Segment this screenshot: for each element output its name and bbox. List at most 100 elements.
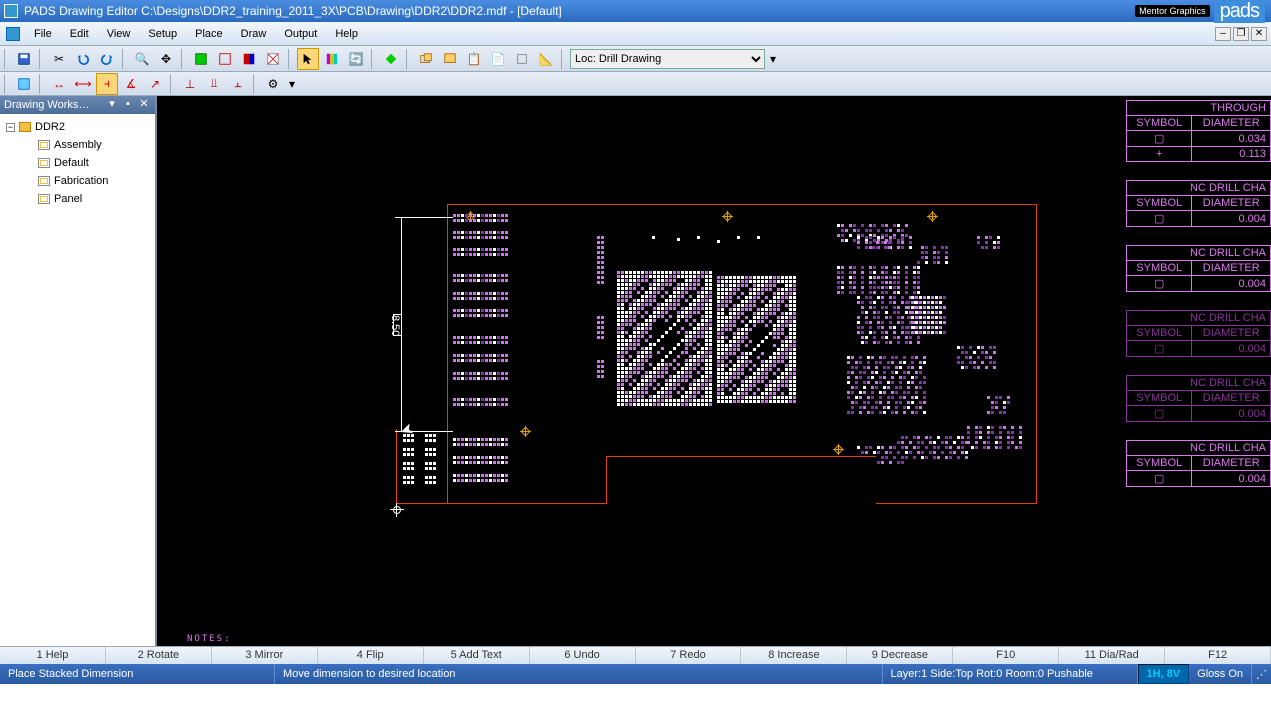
fkey-2[interactable]: 2 Rotate [106,647,212,664]
fkey-10[interactable]: F10 [953,647,1059,664]
component-cluster [597,316,604,339]
dim-angle-button[interactable]: ∡ [120,73,142,95]
component-cluster [453,214,508,222]
dim-leader-button[interactable]: ↗ [144,73,166,95]
status-mode: Place Stacked Dimension [0,664,275,684]
fkey-8[interactable]: 8 Increase [741,647,847,664]
layer3-button[interactable] [238,48,260,70]
menu-bar: File Edit View Setup Place Draw Output H… [0,22,1271,46]
tool-b-button[interactable] [439,48,461,70]
tool-e-button[interactable] [511,48,533,70]
drill-chart: THROUGHSYMBOLDIAMETER▢0.034+0.113 [1126,100,1271,162]
fkey-3[interactable]: 3 Mirror [212,647,318,664]
target-marker [833,444,844,455]
tool-f-button[interactable]: 📐 [535,48,557,70]
component-cluster [453,336,508,344]
menu-edit[interactable]: Edit [62,26,97,42]
tree-item-panel[interactable]: Panel [4,190,151,208]
collapse-icon[interactable]: − [6,123,15,132]
palette-button[interactable] [321,48,343,70]
component-cluster [453,398,508,406]
select-button[interactable] [297,48,319,70]
component-cluster [877,276,892,289]
cut-button[interactable]: ✂ [48,48,70,70]
fkey-bar: 1 Help 2 Rotate 3 Mirror 4 Flip 5 Add Te… [0,646,1271,664]
dim-overflow-button[interactable]: ▾ [286,73,298,95]
layer4-button[interactable] [262,48,284,70]
status-gloss[interactable]: Gloss On [1189,664,1252,684]
toolbar-overflow-button[interactable]: ▾ [767,48,779,70]
brand-logos: Mentor Graphics pads [1135,0,1271,23]
dim-tool-1[interactable] [13,73,35,95]
component-cluster [425,448,436,456]
component-cluster [425,476,436,484]
menu-output[interactable]: Output [276,26,325,42]
layer1-button[interactable] [190,48,212,70]
resize-grip-icon[interactable]: ⋰ [1252,668,1271,681]
component-cluster [597,236,604,264]
drawing-workspaces-panel: Drawing Works… ▾ ▪ ✕ − DDR2 Assembly Def… [0,96,157,646]
dim-opt-1[interactable]: ⊥ [179,73,201,95]
status-snap[interactable]: 1H, 8V [1138,664,1190,684]
component-cluster [597,360,604,378]
mdi-restore-button[interactable]: ❐ [1233,27,1249,41]
tree-item-label: Fabrication [54,175,108,187]
target-marker [520,426,531,437]
bga-footprint [617,271,712,406]
fkey-7[interactable]: 7 Redo [636,647,742,664]
tree-item-fabrication[interactable]: Fabrication [4,172,151,190]
bga-footprint [717,276,796,403]
dim-value-box[interactable]: 8.50 [393,314,402,336]
panel-header[interactable]: Drawing Works… ▾ ▪ ✕ [0,96,155,114]
diamond-button[interactable] [380,48,402,70]
component-cluster [453,309,508,317]
dim-vert-button[interactable]: ⟷ [72,73,94,95]
app-icon [4,4,18,18]
tree-item-assembly[interactable]: Assembly [4,136,151,154]
save-button[interactable] [13,48,35,70]
tree-item-default[interactable]: Default [4,154,151,172]
fkey-1[interactable]: 1 Help [0,647,106,664]
mdi-window-controls: – ❐ ✕ [1215,27,1271,41]
panel-pin-button[interactable]: ▪ [121,98,135,112]
notes-label: NOTES: [187,634,232,644]
tool-a-button[interactable] [415,48,437,70]
layer2-button[interactable] [214,48,236,70]
pan-button[interactable]: ✥ [155,48,177,70]
fkey-9[interactable]: 9 Decrease [847,647,953,664]
dim-horiz-button[interactable]: ↔ [48,73,70,95]
fkey-6[interactable]: 6 Undo [530,647,636,664]
board-outline-notch [606,456,876,504]
mdi-close-button[interactable]: ✕ [1251,27,1267,41]
menu-file[interactable]: File [26,26,60,42]
tree-root[interactable]: − DDR2 [4,118,151,136]
menu-view[interactable]: View [99,26,139,42]
dim-stacked-button[interactable]: ⫞ [96,73,118,95]
tool-c-button[interactable]: 📋 [463,48,485,70]
dim-settings[interactable]: ⚙ [262,73,284,95]
fkey-11[interactable]: 11 Dia/Rad [1059,647,1165,664]
fkey-5[interactable]: 5 Add Text [424,647,530,664]
menu-setup[interactable]: Setup [140,26,185,42]
refresh-button[interactable]: 🔄 [345,48,367,70]
mdi-minimize-button[interactable]: – [1215,27,1231,41]
location-select[interactable]: Loc: Drill Drawing [570,49,765,69]
fkey-4[interactable]: 4 Flip [318,647,424,664]
component-cluster [425,462,436,470]
tool-d-button[interactable]: 📄 [487,48,509,70]
dim-opt-2[interactable]: ⫫ [203,73,225,95]
zoom-button[interactable]: 🔍 [131,48,153,70]
panel-dropdown-button[interactable]: ▾ [105,98,119,112]
dim-opt-3[interactable]: ⫠ [227,73,249,95]
component-cluster [453,372,508,380]
menu-place[interactable]: Place [187,26,231,42]
panel-close-button[interactable]: ✕ [137,98,151,112]
menu-draw[interactable]: Draw [233,26,275,42]
drawing-canvas[interactable]: 8.50 ➤ NOTES: THROUGHSYMBOLDIAMETER▢0.03… [157,96,1271,646]
redo-button[interactable] [96,48,118,70]
main-toolbar: ✂ 🔍 ✥ 🔄 📋 📄 📐 Loc: Drill Drawing ▾ [0,46,1271,72]
doc-icon[interactable] [6,27,20,41]
menu-help[interactable]: Help [327,26,366,42]
undo-button[interactable] [72,48,94,70]
fkey-12[interactable]: F12 [1165,647,1271,664]
